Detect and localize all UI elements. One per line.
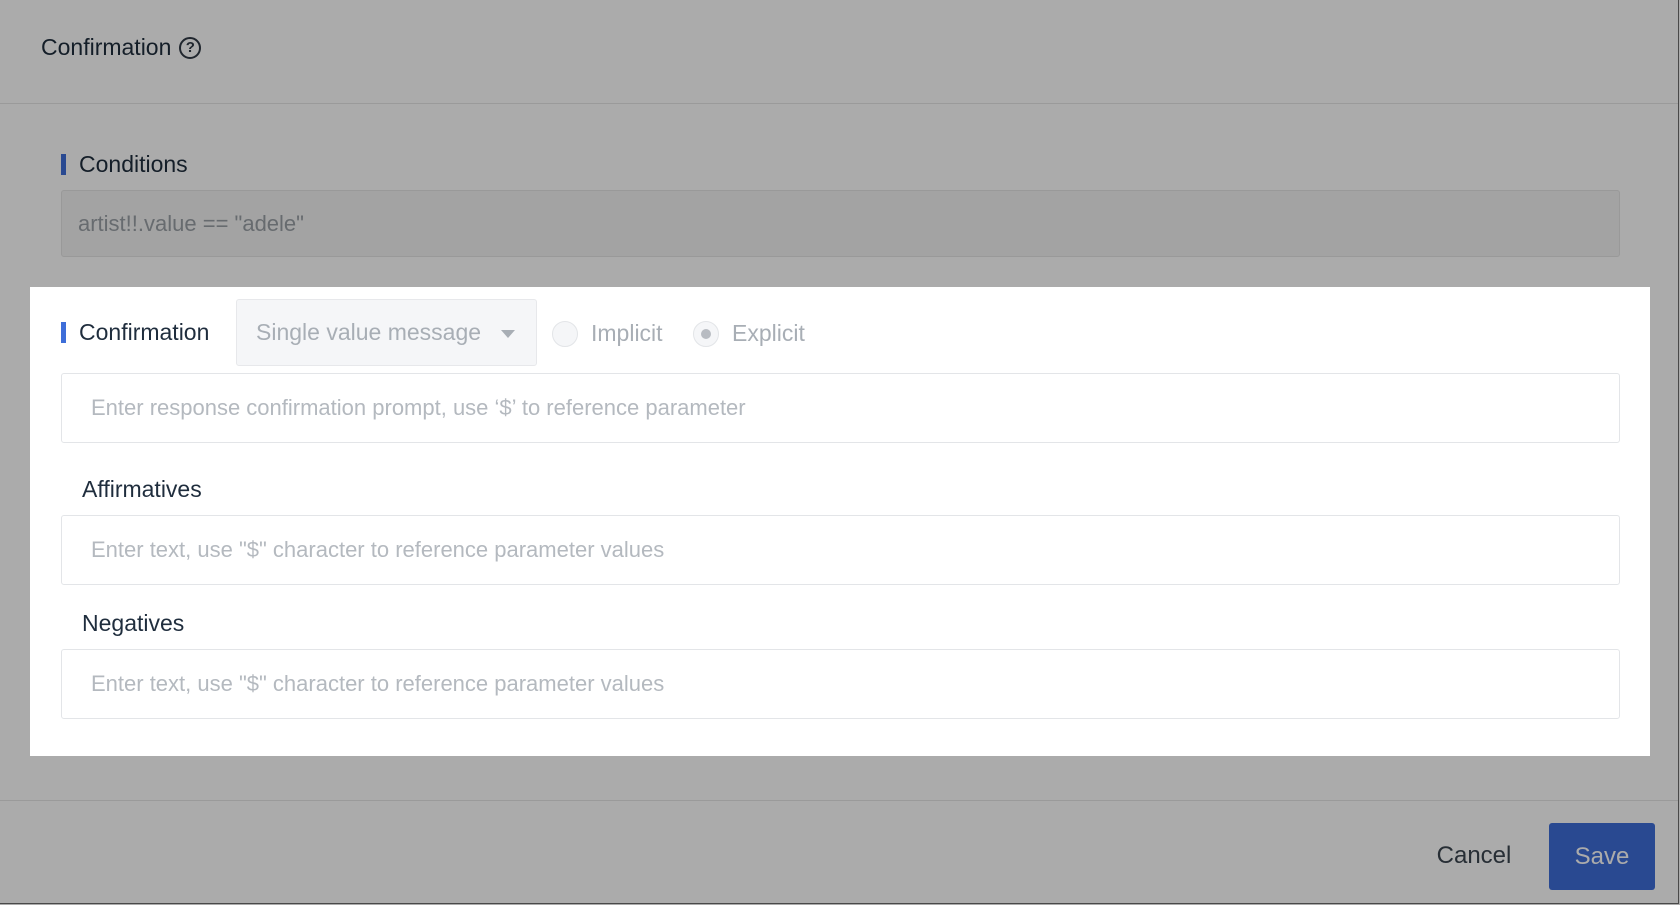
- affirmatives-label: Affirmatives: [82, 476, 202, 502]
- conditions-label: Conditions: [61, 151, 188, 178]
- save-button[interactable]: Save: [1549, 823, 1655, 890]
- confirmation-type-select[interactable]: Single value message: [236, 299, 537, 366]
- conditions-label-text: Conditions: [79, 151, 188, 177]
- radio-dot: [701, 328, 711, 339]
- radio-implicit-label: Implicit: [591, 320, 663, 346]
- cancel-button[interactable]: Cancel: [1412, 823, 1536, 889]
- radio-implicit[interactable]: Implicit: [552, 320, 663, 347]
- dialog-title: Confirmation ?: [41, 34, 202, 61]
- caret-down-icon: [501, 330, 515, 338]
- accent-bar: [61, 154, 66, 175]
- conditions-expression-text: artist!!.value == "adele": [78, 210, 304, 236]
- conditions-expression: artist!!.value == "adele": [61, 190, 1620, 257]
- negatives-input[interactable]: [61, 649, 1620, 719]
- dialog-title-text: Confirmation: [41, 34, 172, 60]
- radio-circle-selected: [693, 320, 719, 347]
- confirmation-label-text: Confirmation: [79, 319, 210, 345]
- screen: Confirmation ? Conditions artist!!.value…: [0, 0, 1680, 905]
- dialog-header: Confirmation ?: [0, 0, 1678, 104]
- confirmation-prompt-input[interactable]: [61, 373, 1620, 443]
- radio-explicit[interactable]: Explicit: [693, 320, 805, 347]
- confirmation-label: Confirmation: [61, 319, 209, 346]
- confirmation-type-value: Single value message: [256, 319, 482, 345]
- radio-circle: [552, 320, 578, 347]
- radio-explicit-label: Explicit: [732, 320, 805, 346]
- accent-bar: [61, 322, 66, 343]
- negatives-label: Negatives: [82, 610, 185, 636]
- help-icon[interactable]: ?: [179, 36, 202, 59]
- affirmatives-input[interactable]: [61, 515, 1620, 585]
- confirmation-panel: Confirmation Single value message Implic…: [30, 287, 1650, 756]
